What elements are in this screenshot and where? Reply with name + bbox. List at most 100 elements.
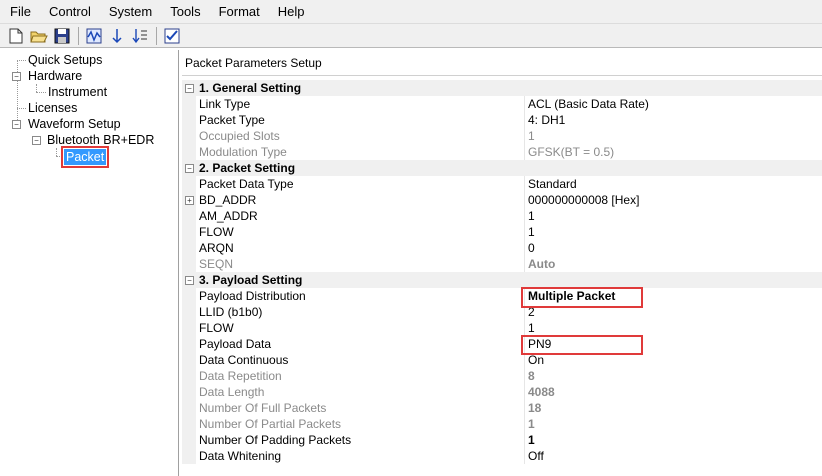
row-gutter (182, 336, 196, 352)
section-general-setting[interactable]: − 1. General Setting (182, 80, 822, 96)
check-button[interactable] (162, 26, 182, 46)
collapse-icon[interactable]: − (185, 276, 194, 285)
column-divider (524, 176, 525, 192)
collapse-icon[interactable]: − (32, 136, 41, 145)
tree-item-instrument[interactable]: Instrument (48, 84, 107, 100)
property-label: Data Repetition (199, 369, 282, 383)
tree-line (36, 84, 37, 92)
tree-line (17, 108, 26, 109)
property-row-number-of-padding-packets[interactable]: Number Of Padding Packets 1 (182, 432, 822, 448)
collapse-icon[interactable]: − (185, 164, 194, 173)
property-value[interactable]: Off (528, 448, 544, 464)
property-row-am-addr[interactable]: AM_ADDR 1 (182, 208, 822, 224)
property-row-seqn[interactable]: SEQN Auto (182, 256, 822, 272)
property-row-link-type[interactable]: Link Type ACL (Basic Data Rate) (182, 96, 822, 112)
tree-item-hardware[interactable]: Hardware (28, 68, 82, 84)
column-divider (524, 208, 525, 224)
property-value[interactable]: 1 (528, 224, 535, 240)
property-value[interactable]: 1 (528, 320, 535, 336)
property-row-occupied-slots[interactable]: Occupied Slots 1 (182, 128, 822, 144)
property-value[interactable]: 000000000008 [Hex] (528, 192, 639, 208)
property-value[interactable]: 0 (528, 240, 535, 256)
section-payload-setting[interactable]: − 3. Payload Setting (182, 272, 822, 288)
property-row-data-continuous[interactable]: Data Continuous On (182, 352, 822, 368)
tree-item-packet[interactable]: Packet (60, 146, 110, 168)
highlight-box (521, 335, 643, 355)
property-label: Occupied Slots (199, 129, 280, 143)
collapse-icon[interactable]: − (12, 120, 21, 129)
highlight-box (521, 287, 643, 308)
row-gutter (182, 400, 196, 416)
sort-list-button[interactable] (130, 26, 150, 46)
menu-system[interactable]: System (99, 0, 160, 23)
property-label: ARQN (199, 241, 234, 255)
property-value[interactable]: Standard (528, 176, 577, 192)
section-title: 1. General Setting (199, 81, 302, 95)
property-value[interactable]: ACL (Basic Data Rate) (528, 96, 649, 112)
waveform-button[interactable] (84, 26, 104, 46)
property-row-bd-addr[interactable]: + BD_ADDR 000000000008 [Hex] (182, 192, 822, 208)
section-packet-setting[interactable]: − 2. Packet Setting (182, 160, 822, 176)
open-button[interactable] (29, 26, 49, 46)
save-button[interactable] (52, 26, 72, 46)
property-value[interactable]: Auto (528, 256, 555, 272)
property-row-flow[interactable]: FLOW 1 (182, 224, 822, 240)
column-divider (524, 400, 525, 416)
property-label: Payload Distribution (199, 289, 306, 303)
property-row-number-of-partial-packets[interactable]: Number Of Partial Packets 1 (182, 416, 822, 432)
property-row-packet-data-type[interactable]: Packet Data Type Standard (182, 176, 822, 192)
menu-help[interactable]: Help (268, 0, 313, 23)
row-gutter (182, 384, 196, 400)
property-label: Number Of Partial Packets (199, 417, 342, 431)
sort-button[interactable] (107, 26, 127, 46)
new-button[interactable] (6, 26, 26, 46)
property-value[interactable]: 8 (528, 368, 535, 384)
collapse-icon[interactable]: − (12, 72, 21, 81)
property-row-payload-data[interactable]: Payload Data PN9 (182, 336, 822, 352)
property-row-payload-distribution[interactable]: Payload Distribution Multiple Packet (182, 288, 822, 304)
property-value[interactable]: 18 (528, 400, 541, 416)
property-row-packet-type[interactable]: Packet Type 4: DH1 (182, 112, 822, 128)
property-label: FLOW (199, 321, 234, 335)
row-gutter (182, 320, 196, 336)
menu-format[interactable]: Format (209, 0, 268, 23)
property-row-data-whitening[interactable]: Data Whitening Off (182, 448, 822, 464)
property-row-llid-b1b0[interactable]: LLID (b1b0) 2 (182, 304, 822, 320)
menu-file[interactable]: File (0, 0, 39, 23)
tree-item-waveform-setup[interactable]: Waveform Setup (28, 116, 121, 132)
column-divider (524, 368, 525, 384)
property-label: Data Whitening (199, 449, 282, 463)
menu-tools[interactable]: Tools (160, 0, 208, 23)
row-gutter (182, 352, 196, 368)
toolbar-separator (156, 26, 157, 45)
column-divider (524, 192, 525, 208)
menu-control[interactable]: Control (39, 0, 99, 23)
property-label: Number Of Padding Packets (199, 433, 352, 447)
property-value[interactable]: 4088 (528, 384, 555, 400)
sort-list-icon (132, 28, 147, 43)
property-label: Payload Data (199, 337, 272, 351)
collapse-icon[interactable]: − (185, 84, 194, 93)
property-value[interactable]: 1 (528, 208, 535, 224)
column-divider (524, 256, 525, 272)
tree-item-bluetooth[interactable]: Bluetooth BR+EDR (47, 132, 154, 148)
property-label: Data Length (199, 385, 265, 399)
tree-item-quick-setups[interactable]: Quick Setups (28, 52, 102, 68)
property-row-arqn[interactable]: ARQN 0 (182, 240, 822, 256)
property-label: Data Continuous (199, 353, 289, 367)
property-row-data-length[interactable]: Data Length 4088 (182, 384, 822, 400)
property-value[interactable]: GFSK(BT = 0.5) (528, 144, 614, 160)
property-value[interactable]: 4: DH1 (528, 112, 565, 128)
row-gutter (182, 416, 196, 432)
property-row-data-repetition[interactable]: Data Repetition 8 (182, 368, 822, 384)
row-gutter (182, 224, 196, 240)
property-row-flow[interactable]: FLOW 1 (182, 320, 822, 336)
property-row-modulation-type[interactable]: Modulation Type GFSK(BT = 0.5) (182, 144, 822, 160)
expand-icon[interactable]: + (185, 196, 194, 205)
property-value[interactable]: 1 (528, 416, 535, 432)
tree-line (17, 60, 26, 61)
tree-item-licenses[interactable]: Licenses (28, 100, 77, 116)
property-value[interactable]: 1 (528, 128, 535, 144)
property-row-number-of-full-packets[interactable]: Number Of Full Packets 18 (182, 400, 822, 416)
property-value[interactable]: 1 (528, 432, 535, 448)
